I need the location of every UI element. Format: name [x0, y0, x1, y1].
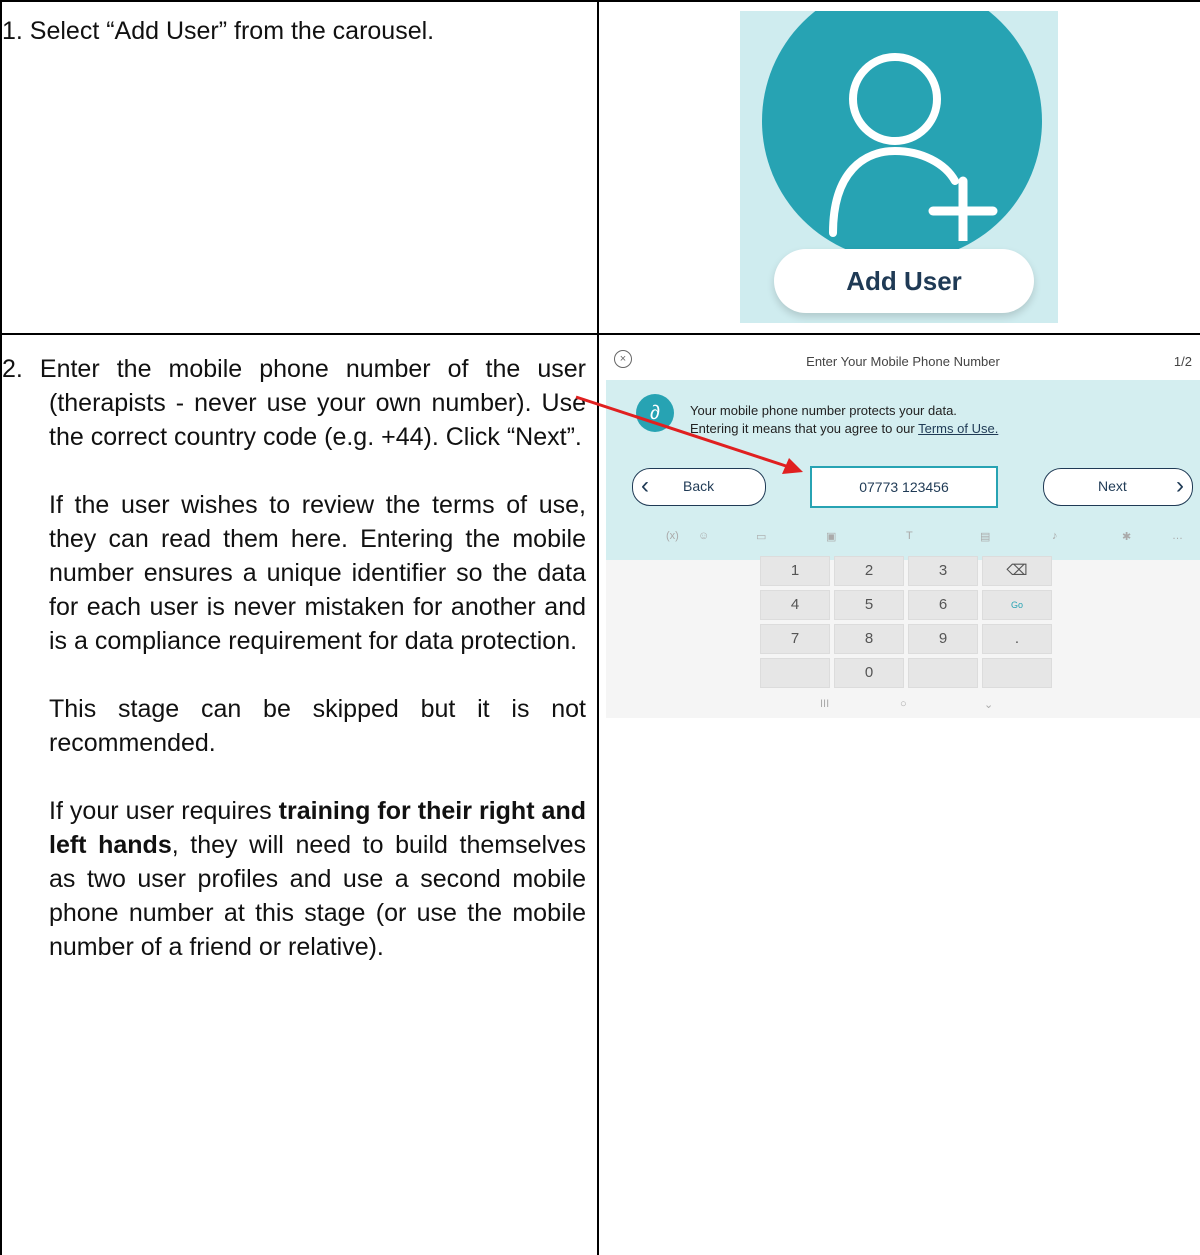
add-user-graphic: Add User — [740, 11, 1058, 323]
home-icon[interactable]: ○ — [900, 698, 907, 710]
back-button[interactable]: ‹ Back — [632, 468, 766, 506]
recent-apps-icon[interactable]: III — [820, 698, 829, 710]
info-line-2-text: Entering it means that you agree to our — [690, 421, 919, 436]
more-icon[interactable]: … — [1172, 530, 1183, 542]
next-button[interactable]: Next › — [1043, 468, 1193, 506]
table-row-divider — [0, 333, 1200, 335]
chevron-right-icon: › — [1176, 472, 1184, 499]
key[interactable] — [908, 658, 978, 688]
text-style-icon[interactable]: T — [906, 530, 913, 542]
phone-header: × Enter Your Mobile Phone Number 1/2 — [606, 344, 1200, 380]
table-column-divider — [597, 0, 599, 1255]
key[interactable] — [760, 658, 830, 688]
period-key[interactable]: . — [982, 624, 1052, 654]
signature-icon: ∂ — [636, 394, 674, 432]
page-indicator: 1/2 — [1173, 354, 1192, 369]
info-line-2: Entering it means that you agree to our … — [690, 420, 998, 438]
key[interactable]: 6 — [908, 590, 978, 620]
sticker-icon[interactable]: ▭ — [756, 530, 766, 543]
keyboard-toolbar: (x) ☺ ▭ ▣ T ▤ ♪ ✱ … — [606, 522, 1200, 552]
info-line-1: Your mobile phone number protects your d… — [690, 403, 957, 418]
key[interactable]: 3 — [908, 556, 978, 586]
step1-text: 1. Select “Add User” from the carousel. — [2, 17, 435, 45]
key[interactable]: 5 — [834, 590, 904, 620]
android-nav-bar: III ○ ⌄ — [606, 696, 1200, 716]
phone-number-input[interactable]: 07773 123456 — [810, 466, 998, 508]
phone-info-text: Your mobile phone number protects your d… — [690, 402, 998, 438]
back-label: Back — [683, 478, 715, 494]
step1-cell: 1. Select “Add User” from the carousel. — [2, 14, 586, 48]
add-user-button[interactable]: Add User — [774, 249, 1034, 313]
key[interactable]: 0 — [834, 658, 904, 688]
add-user-icon — [829, 53, 998, 241]
clipboard-icon[interactable]: ▣ — [826, 530, 836, 543]
table-border-top — [0, 0, 1200, 2]
key[interactable]: 2 — [834, 556, 904, 586]
backspace-key[interactable]: ⌫ — [982, 556, 1052, 586]
phone-title: Enter Your Mobile Phone Number — [806, 354, 1000, 369]
step2-paragraph-4: If your user requires training for their… — [2, 794, 586, 964]
key[interactable] — [982, 658, 1052, 688]
keyboard-layout-icon[interactable]: ▤ — [980, 530, 990, 543]
emoji-icon[interactable]: ☺ — [698, 530, 709, 542]
step2-paragraph-3: This stage can be skipped but it is not … — [49, 695, 586, 757]
keyboard-mode-icon[interactable]: (x) — [666, 530, 679, 542]
chevron-left-icon: ‹ — [641, 472, 649, 499]
settings-icon[interactable]: ✱ — [1122, 530, 1131, 543]
key[interactable]: 8 — [834, 624, 904, 654]
microphone-icon[interactable]: ♪ — [1052, 530, 1058, 542]
terms-of-use-link[interactable]: Terms of Use. — [918, 421, 998, 436]
step2-paragraph-1: 2. Enter the mobile phone number of the … — [2, 352, 586, 454]
go-key[interactable]: Go — [982, 590, 1052, 620]
step2-instruction: 2. Enter the mobile phone number of the … — [2, 355, 586, 451]
key[interactable]: 1 — [760, 556, 830, 586]
phone-screenshot: × Enter Your Mobile Phone Number 1/2 ∂ Y… — [606, 344, 1200, 718]
back-nav-icon[interactable]: ⌄ — [984, 698, 993, 711]
key[interactable]: 7 — [760, 624, 830, 654]
key[interactable]: 4 — [760, 590, 830, 620]
step2-cell: 2. Enter the mobile phone number of the … — [2, 352, 586, 964]
step2-paragraph-2: If the user wishes to review the terms o… — [49, 491, 586, 655]
p4-pre: If your user requires — [49, 797, 279, 825]
next-label: Next — [1098, 478, 1127, 494]
key[interactable]: 9 — [908, 624, 978, 654]
